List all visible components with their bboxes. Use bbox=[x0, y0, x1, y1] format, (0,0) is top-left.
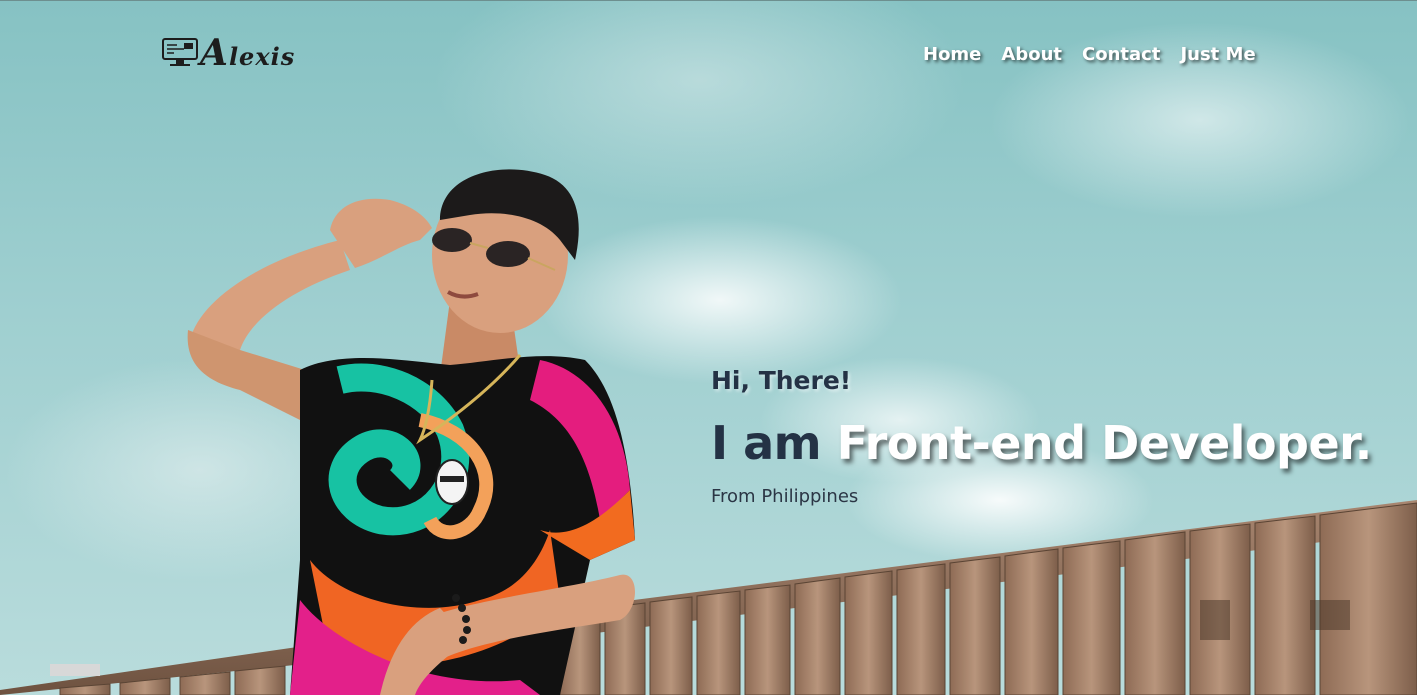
hero-greeting: Hi, There! bbox=[711, 366, 852, 395]
developer-portrait-illustration bbox=[187, 169, 635, 695]
hero-headline: I am Front-end Developer. bbox=[711, 416, 1372, 470]
nav-contact-link[interactable]: Contact bbox=[1082, 44, 1160, 65]
hero-background: Alexis Home About Contact Just Me Hi, Th… bbox=[0, 0, 1417, 695]
nav-about-link[interactable]: About bbox=[1001, 44, 1062, 65]
brand-rest: lexis bbox=[228, 42, 296, 71]
brand-initial: A bbox=[200, 32, 229, 74]
nav-just-me-link[interactable]: Just Me bbox=[1180, 44, 1255, 65]
headline-role: Front-end Developer. bbox=[836, 416, 1373, 470]
main-nav: Home About Contact Just Me bbox=[923, 44, 1256, 65]
hero-location: From Philippines bbox=[711, 486, 859, 507]
computer-monitor-icon bbox=[162, 38, 198, 66]
brand-logo[interactable]: Alexis bbox=[162, 32, 295, 74]
brand-name: Alexis bbox=[200, 32, 295, 74]
nav-home-link[interactable]: Home bbox=[923, 44, 981, 65]
headline-intro: I am bbox=[711, 416, 837, 470]
